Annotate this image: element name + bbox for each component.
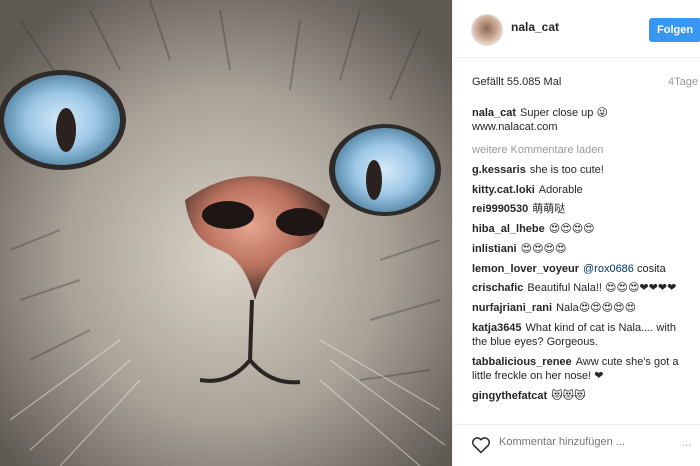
post-header: nala_cat Folgen [453, 0, 700, 58]
comment-footer: … [453, 424, 700, 466]
avatar[interactable] [471, 14, 503, 46]
post-photo[interactable] [0, 0, 452, 466]
comment-text: Nala😍😍😍😍😍 [556, 301, 637, 314]
comment-item: tabbalicious_renee Aww cute she's got a l… [472, 355, 694, 384]
comment-mention[interactable]: @rox0686 [583, 263, 634, 275]
comment-item: crischafic Beautiful Nala!! 😍😍😍❤❤❤❤ [472, 281, 694, 295]
comment-username[interactable]: crischafic [472, 282, 523, 294]
comment-text: cosita [636, 262, 666, 275]
comment-item: hiba_al_lhebe 😍😍😍😍 [472, 222, 694, 236]
post-caption: nala_cat Super close up 😜 www.nalacat.com [472, 106, 694, 134]
comment-username[interactable]: g.kessaris [472, 164, 526, 176]
more-options-icon[interactable]: … [681, 437, 693, 449]
comment-username[interactable]: gingythefatcat [472, 390, 547, 402]
post-panel: nala_cat Folgen Gefällt 55.085 Mal 4Tage… [452, 0, 700, 466]
comment-text: 😍😍😍😍 [520, 242, 567, 255]
load-more-comments[interactable]: weitere Kommentare laden [472, 144, 603, 156]
comment-item: katja3645 What kind of cat is Nala.... wi… [472, 321, 694, 350]
comment-username[interactable]: kitty.cat.loki [472, 184, 535, 196]
comment-text: 😻😻😻 [551, 389, 586, 402]
comment-username[interactable]: katja3645 [472, 322, 522, 334]
likes-count[interactable]: Gefällt 55.085 Mal [472, 76, 561, 88]
comment-username[interactable]: nurfajriani_rani [472, 302, 552, 314]
comment-text: Adorable [538, 183, 583, 196]
likes-row: Gefällt 55.085 Mal 4Tage [472, 76, 698, 92]
comment-username[interactable]: lemon_lover_voyeur [472, 263, 579, 275]
comment-item: lemon_lover_voyeur @rox0686 cosita [472, 262, 694, 276]
comment-text: 萌萌哒 [532, 203, 566, 216]
comment-username[interactable]: rei9990530 [472, 203, 528, 215]
comment-item: rei9990530 萌萌哒 [472, 202, 694, 216]
heart-icon[interactable] [471, 436, 491, 454]
caption-username[interactable]: nala_cat [472, 107, 516, 119]
comment-item: kitty.cat.loki Adorable [472, 183, 694, 197]
comments-list: g.kessaris she is too cute! kitty.cat.loki… [472, 163, 694, 409]
comment-input[interactable] [499, 436, 679, 448]
comment-text: she is too cute! [529, 164, 604, 176]
comment-username[interactable]: hiba_al_lhebe [472, 223, 545, 235]
cat-closeup-image [0, 0, 452, 466]
comment-username[interactable]: tabbalicious_renee [472, 356, 572, 368]
comment-item: inlistiani 😍😍😍😍 [472, 242, 694, 256]
comment-item: nurfajriani_rani Nala😍😍😍😍😍 [472, 301, 694, 315]
post-timestamp[interactable]: 4Tage [668, 76, 698, 88]
comment-text: Beautiful Nala!! 😍😍😍❤❤❤❤ [527, 282, 677, 295]
comment-username[interactable]: inlistiani [472, 243, 517, 255]
comment-item: g.kessaris she is too cute! [472, 163, 694, 177]
comment-item: gingythefatcat 😻😻😻 [472, 389, 694, 403]
post-username[interactable]: nala_cat [511, 20, 559, 34]
comment-text: 😍😍😍😍 [548, 223, 595, 236]
follow-button[interactable]: Folgen [649, 18, 700, 42]
